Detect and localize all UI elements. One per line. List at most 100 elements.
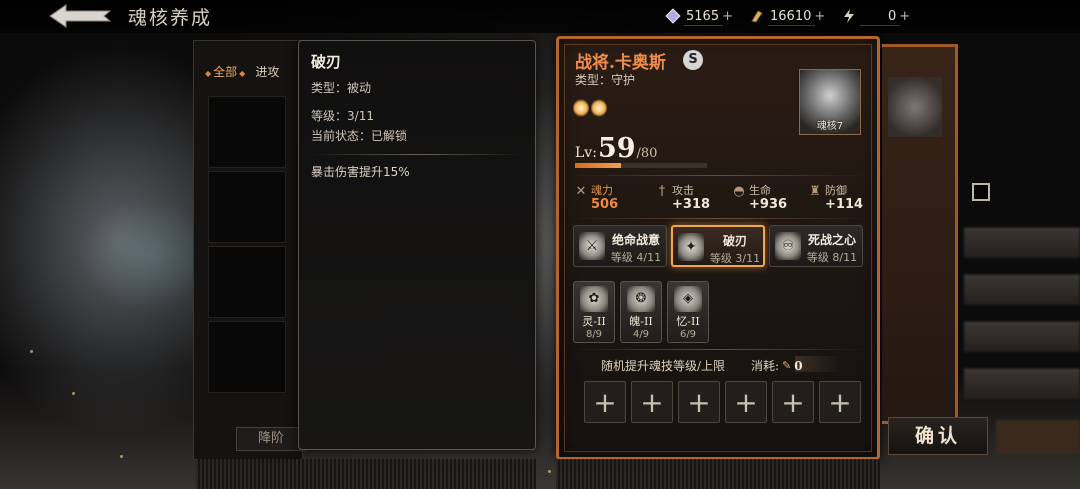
side-menu-button[interactable] (964, 369, 1080, 399)
sword-icon: † (658, 184, 666, 199)
character-type-label: 类型： (575, 73, 612, 87)
character-name: 战将.卡奥斯 (575, 53, 666, 73)
sparkle (120, 455, 123, 458)
rune-name: 灵-II (582, 315, 606, 328)
resource-gold: 16610 + (748, 6, 825, 26)
add-slot-button[interactable]: + (725, 381, 767, 423)
skill-tooltip: 破刃 类型：被动 等级：3/11 当前状态：已解锁 暴击伤害提升15% (298, 40, 536, 450)
skill-level: 等级 8/11 (806, 251, 858, 264)
sparkle (30, 350, 33, 353)
add-slot-button[interactable]: + (631, 381, 673, 423)
tooltip-status-value: 已解锁 (371, 129, 408, 143)
character-type-value: 守护 (611, 73, 636, 87)
list-item[interactable] (208, 171, 286, 243)
level-max: /80 (636, 146, 658, 161)
fabric-fringe (196, 459, 536, 489)
skill-heart-icon: ♾ (775, 232, 801, 260)
add-gold-button[interactable]: + (814, 9, 825, 24)
lock-checkbox[interactable] (972, 183, 990, 201)
list-item[interactable] (208, 321, 286, 393)
divider (571, 175, 867, 176)
tooltip-type-label: 类型： (311, 81, 348, 95)
stat-value: +936 (749, 197, 788, 212)
blurred-portrait (888, 77, 942, 137)
resource-energy: 0 + (840, 6, 910, 26)
rune-soul-icon: ❂ (627, 286, 655, 312)
star-rank (573, 99, 607, 117)
rune-slot-2[interactable]: ❂ 魄-II 4/9 (620, 281, 662, 343)
level-value: 59 (597, 133, 636, 164)
filter-tab-attack[interactable]: 进攻 (255, 63, 279, 80)
list-item[interactable] (208, 96, 286, 168)
fabric-fringe (556, 459, 880, 489)
gold-coin-icon: ✎ (782, 359, 792, 372)
resource-crystal: 5165 + (664, 6, 733, 26)
filter-tabs: 全部 进攻 (205, 63, 279, 80)
skill-name: 破刃 (722, 234, 747, 248)
skill-swords-icon: ⚔ (579, 232, 605, 260)
tooltip-level-label: 等级： (311, 109, 348, 123)
add-energy-button[interactable]: + (899, 9, 910, 24)
downgrade-button[interactable]: 降阶 (236, 427, 306, 451)
stat-label: 防御 (825, 184, 847, 197)
skill-card-1[interactable]: ⚔ 绝命战意 等级 4/11 (573, 225, 667, 267)
character-card: 战将.卡奥斯 S 类型：守护 魂核7 Lv: 59 /80 ✕ 魂力 506 †… (556, 36, 880, 460)
side-menu-button[interactable] (964, 228, 1080, 258)
divider (571, 349, 867, 350)
level-display: Lv: 59 /80 (575, 133, 657, 164)
portrait-label: 魂核7 (816, 121, 844, 132)
side-menu-button[interactable] (964, 275, 1080, 305)
side-menu-button[interactable] (964, 322, 1080, 352)
add-slot-button[interactable]: + (678, 381, 720, 423)
list-item[interactable] (208, 246, 286, 318)
exp-bar (575, 163, 707, 168)
tooltip-type-value: 被动 (347, 81, 372, 95)
rarity-badge: S (683, 50, 703, 70)
energy-bolt-icon (840, 7, 858, 25)
stat-label: 攻击 (672, 184, 694, 197)
rune-spirit-icon: ✿ (580, 286, 608, 312)
helmet-icon: ◓ (733, 184, 745, 199)
stat-label: 生命 (749, 184, 771, 197)
back-button[interactable] (48, 3, 114, 29)
add-crystal-button[interactable]: + (722, 9, 733, 24)
tooltip-status-label: 当前状态： (311, 129, 372, 143)
filter-tab-all[interactable]: 全部 (205, 63, 245, 80)
stat-value: +114 (825, 197, 864, 212)
cost-label: 消耗: (751, 359, 780, 373)
add-slot-button[interactable]: + (584, 381, 626, 423)
sparkle (548, 470, 551, 473)
tooltip-description: 暴击伤害提升15% (311, 165, 410, 179)
add-slot-button[interactable]: + (819, 381, 861, 423)
skill-card-2[interactable]: ✦ 破刃 等级 3/11 (671, 225, 765, 267)
stat-value: +318 (672, 197, 711, 212)
skill-name: 死战之心 (807, 233, 856, 247)
gold-count: 16610 (770, 8, 812, 24)
tooltip-level-value: 3/11 (347, 109, 374, 123)
crystal-count: 5165 (686, 8, 720, 24)
back-arrow-icon (49, 4, 112, 28)
confirm-button[interactable]: 确认 (888, 417, 988, 455)
cost-value: 0 (794, 358, 803, 373)
soul-core-slots (208, 96, 286, 396)
skill-level: 等级 4/11 (610, 251, 662, 264)
tooltip-level-row: 等级：3/11 (311, 106, 523, 126)
stat-label: 魂力 (591, 184, 613, 197)
background-card (882, 44, 958, 424)
add-slot-button[interactable]: + (772, 381, 814, 423)
soul-power-icon: ✕ (575, 184, 587, 199)
rune-count: 6/9 (679, 329, 697, 340)
rune-memory-icon: ◈ (674, 286, 702, 312)
rune-slot-1[interactable]: ✿ 灵-II 8/9 (573, 281, 615, 343)
rune-count: 8/9 (585, 329, 603, 340)
soul-core-portrait[interactable]: 魂核7 (799, 69, 861, 135)
rune-slot-3[interactable]: ◈ 忆-II 6/9 (667, 281, 709, 343)
tooltip-divider (311, 154, 523, 155)
sparkle (72, 392, 75, 395)
side-action-button[interactable] (996, 420, 1080, 454)
level-prefix: Lv: (575, 145, 597, 161)
tooltip-status-row: 当前状态：已解锁 (311, 126, 523, 146)
cost-display: 消耗: ✎ 0 (751, 357, 803, 374)
skill-card-3[interactable]: ♾ 死战之心 等级 8/11 (769, 225, 863, 267)
character-type: 类型：守护 (575, 71, 635, 88)
